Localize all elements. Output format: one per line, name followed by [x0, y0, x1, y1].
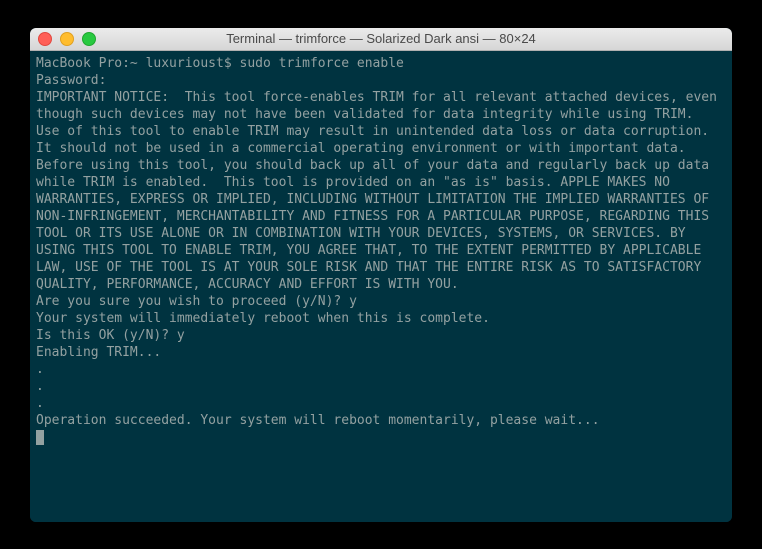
window-title: Terminal — trimforce — Solarized Dark an…: [30, 31, 732, 46]
close-icon[interactable]: [38, 32, 52, 46]
minimize-icon[interactable]: [60, 32, 74, 46]
terminal-window: Terminal — trimforce — Solarized Dark an…: [30, 28, 732, 522]
dot-line: .: [36, 379, 44, 394]
cursor-icon: [36, 430, 44, 445]
reboot-message: Your system will immediately reboot when…: [36, 311, 490, 326]
maximize-icon[interactable]: [82, 32, 96, 46]
dot-line: .: [36, 362, 44, 377]
terminal-content[interactable]: MacBook Pro:~ luxurioust$ sudo trimforce…: [30, 51, 732, 522]
traffic-lights: [30, 32, 96, 46]
enabling-line: Enabling TRIM...: [36, 345, 161, 360]
proceed-prompt: Are you sure you wish to proceed (y/N)? …: [36, 294, 357, 309]
ok-prompt: Is this OK (y/N)? y: [36, 328, 185, 343]
succeeded-line: Operation succeeded. Your system will re…: [36, 413, 600, 428]
titlebar[interactable]: Terminal — trimforce — Solarized Dark an…: [30, 28, 732, 51]
prompt-text: MacBook Pro:~ luxurioust$: [36, 56, 240, 71]
command-text: sudo trimforce enable: [240, 56, 404, 71]
password-line: Password:: [36, 73, 106, 88]
dot-line: .: [36, 396, 44, 411]
notice-text: IMPORTANT NOTICE: This tool force-enable…: [36, 90, 725, 292]
